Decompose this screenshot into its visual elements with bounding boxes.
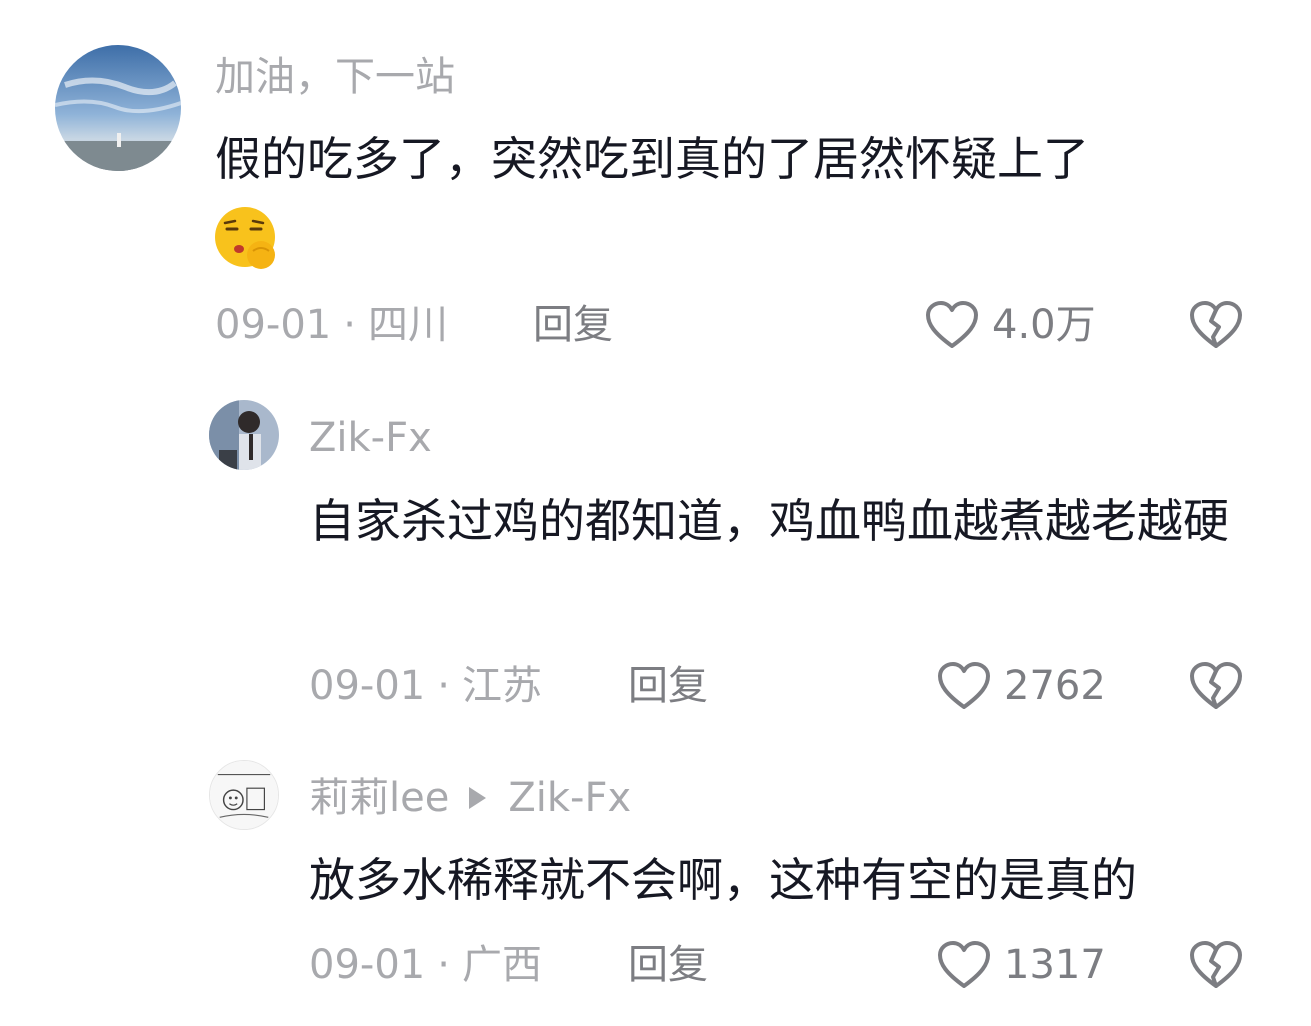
avatar[interactable] xyxy=(209,400,279,470)
avatar[interactable] xyxy=(209,760,279,830)
comment-author[interactable]: 加油，下一站 xyxy=(215,53,455,101)
comment-date: 09-01 xyxy=(215,302,332,348)
comment-author[interactable]: 莉莉lee xyxy=(309,775,449,821)
broken-heart-icon xyxy=(1190,662,1242,709)
reply-to-author[interactable]: Zik-Fx xyxy=(508,775,631,821)
avatar-person-image xyxy=(209,400,279,470)
heart-icon xyxy=(938,941,990,988)
comment-text: 假的吃多了，突然吃到真的了居然怀疑上了 xyxy=(215,132,1089,186)
comment-author[interactable]: Zik-Fx xyxy=(309,414,432,462)
avatar-sketch-image xyxy=(210,761,278,829)
heart-icon xyxy=(938,662,990,709)
meta-separator: · xyxy=(437,663,450,709)
comment-item: 加油，下一站 假的吃多了，突然吃到真的了居然怀疑上了 09-01 · 四川 回复 4… xyxy=(0,0,1311,370)
reply-item: 莉莉lee Zik-Fx 放多水稀释就不会啊，这种有空的是真的 09-01 · 广西 … xyxy=(0,730,1311,1026)
avatar-sky-image xyxy=(55,45,181,171)
comment-location: 广西 xyxy=(461,942,542,988)
comment-date: 09-01 xyxy=(309,942,426,988)
reply-item: Zik-Fx 自家杀过鸡的都知道，鸡血鸭血越煮越老越硬 09-01 · 江苏 回复 … xyxy=(0,370,1311,730)
comment-text: 放多水稀释就不会啊，这种有空的是真的 xyxy=(309,853,1137,907)
heart-icon xyxy=(926,301,978,348)
reply-to-arrow-icon xyxy=(469,787,487,809)
comment-meta: 09-01 · 江苏 xyxy=(309,662,542,710)
dislike-button[interactable] xyxy=(1188,299,1244,351)
reply-button[interactable]: 回复 xyxy=(628,941,708,989)
comment-date: 09-01 xyxy=(309,663,426,709)
like-count: 1317 xyxy=(1004,942,1106,988)
comment-location: 江苏 xyxy=(461,663,542,709)
meta-separator: · xyxy=(343,302,356,348)
like-button[interactable]: 4.0万 xyxy=(924,299,1096,351)
comment-author-line: 莉莉lee Zik-Fx xyxy=(309,774,631,822)
comment-meta: 09-01 · 四川 xyxy=(215,301,448,349)
comment-meta: 09-01 · 广西 xyxy=(309,941,542,989)
broken-heart-icon xyxy=(1190,941,1242,988)
reply-button[interactable]: 回复 xyxy=(533,301,613,349)
avatar[interactable] xyxy=(55,45,181,171)
like-count: 4.0万 xyxy=(992,302,1096,348)
comment-location: 四川 xyxy=(367,302,448,348)
meta-separator: · xyxy=(437,942,450,988)
like-button[interactable]: 2762 xyxy=(936,660,1106,712)
like-count: 2762 xyxy=(1004,663,1106,709)
dislike-button[interactable] xyxy=(1188,939,1244,991)
dislike-button[interactable] xyxy=(1188,660,1244,712)
comment-text: 自家杀过鸡的都知道，鸡血鸭血越煮越老越硬 xyxy=(309,494,1229,548)
reply-button[interactable]: 回复 xyxy=(628,662,708,710)
like-button[interactable]: 1317 xyxy=(936,939,1106,991)
sleepy-wink-emoji-icon xyxy=(213,205,281,273)
broken-heart-icon xyxy=(1190,301,1242,348)
